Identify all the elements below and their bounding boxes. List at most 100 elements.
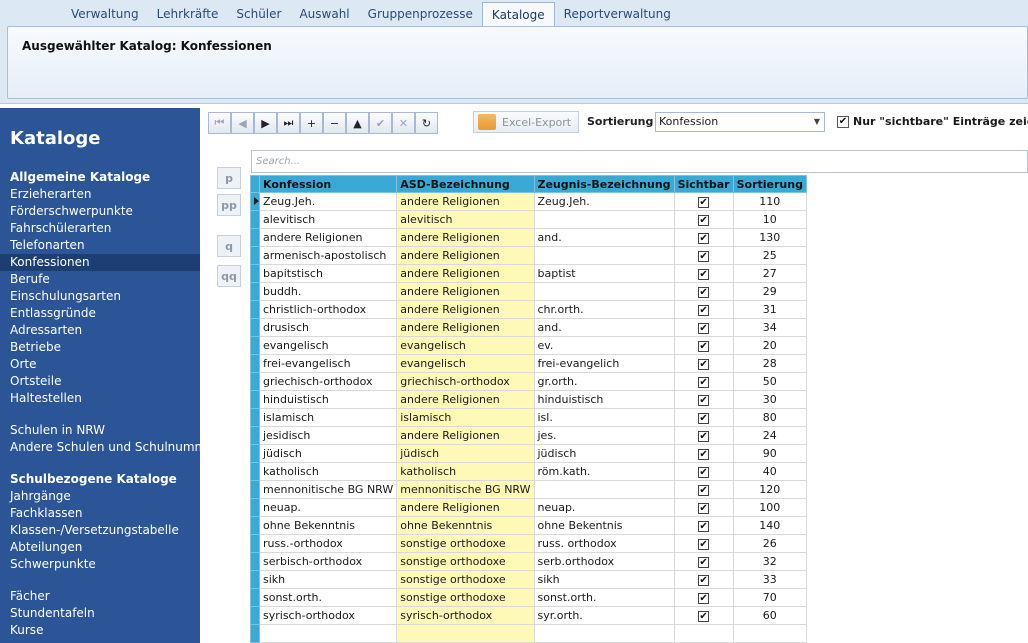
cell-sichtbar[interactable]: ✔ [673,390,734,409]
table-row[interactable]: katholisch katholisch röm.kath. ✔ 40 [250,462,807,481]
sidebar-item-einschulungsarten[interactable]: Einschulungsarten [0,288,200,305]
cell-sichtbar[interactable]: ✔ [673,570,734,589]
cell-konfession[interactable]: alevitisch [258,210,398,229]
cell-konfession[interactable]: Zeug.Jeh. [258,192,398,211]
last-record-button[interactable]: ⏭ [277,112,300,134]
cell-asd-bezeichnung[interactable]: andere Religionen [396,390,535,409]
cell-sichtbar[interactable]: ✔ [673,552,734,571]
sichtbar-checkbox[interactable]: ✔ [698,575,710,586]
visible-only-checkbox[interactable]: ✔ [837,115,849,128]
first-record-button[interactable]: ⏮ [208,112,231,134]
cell-sichtbar[interactable]: ✔ [673,462,734,481]
table-row[interactable]: neuap. andere Religionen neuap. ✔ 100 [250,498,807,517]
cell-zeugnis-bezeichnung[interactable]: ohne Bekentnis [533,516,675,535]
cell-konfession[interactable]: drusisch [258,318,398,337]
cell-sortierung[interactable]: 31 [732,300,807,319]
cell-sortierung[interactable]: 10 [732,210,807,229]
sidebar-item-entlassgründe[interactable]: Entlassgründe [0,305,200,322]
empty-cell[interactable] [396,624,535,643]
cell-konfession[interactable]: christlich-orthodox [258,300,398,319]
cell-konfession[interactable]: mennonitische BG NRW [258,480,398,499]
cell-konfession[interactable]: jesidisch [258,426,398,445]
sidebar-item-orte[interactable]: Orte [0,356,200,373]
sichtbar-checkbox[interactable]: ✔ [698,611,710,622]
cell-sichtbar[interactable]: ✔ [673,300,734,319]
cell-zeugnis-bezeichnung[interactable] [533,210,675,229]
tab-auswahl[interactable]: Auswahl [290,2,358,26]
side-button-p[interactable]: p [217,167,241,189]
tab-gruppenprozesse[interactable]: Gruppenprozesse [359,2,482,26]
cell-asd-bezeichnung[interactable]: syrisch-orthodox [396,606,535,625]
cell-zeugnis-bezeichnung[interactable]: chr.orth. [533,300,675,319]
cancel-edit-button[interactable]: ✕ [392,112,415,134]
sidebar-item-abteilungen[interactable]: Abteilungen [0,539,200,556]
cell-zeugnis-bezeichnung[interactable]: hinduistisch [533,390,675,409]
cell-zeugnis-bezeichnung[interactable]: and. [533,318,675,337]
cell-zeugnis-bezeichnung[interactable]: ev. [533,336,675,355]
table-row[interactable]: jesidisch andere Religionen jes. ✔ 24 [250,426,807,445]
cell-sortierung[interactable]: 30 [732,390,807,409]
cell-sortierung[interactable]: 120 [732,480,807,499]
cell-sortierung[interactable]: 28 [732,354,807,373]
table-row[interactable]: drusisch andere Religionen and. ✔ 34 [250,318,807,337]
cell-konfession[interactable]: evangelisch [258,336,398,355]
cell-zeugnis-bezeichnung[interactable]: jüdisch [533,444,675,463]
cell-konfession[interactable]: syrisch-orthodox [258,606,398,625]
tab-schüler[interactable]: Schüler [227,2,290,26]
cell-sichtbar[interactable]: ✔ [673,534,734,553]
cell-sichtbar[interactable]: ✔ [673,498,734,517]
cell-sichtbar[interactable]: ✔ [673,264,734,283]
sichtbar-checkbox[interactable]: ✔ [698,485,710,496]
table-row[interactable]: griechisch-orthodox griechisch-orthodox gr… [250,372,807,391]
sichtbar-checkbox[interactable]: ✔ [698,539,710,550]
cell-asd-bezeichnung[interactable]: alevitisch [396,210,535,229]
cell-konfession[interactable]: jüdisch [258,444,398,463]
cell-asd-bezeichnung[interactable]: griechisch-orthodox [396,372,535,391]
sidebar-item-ortsteile[interactable]: Ortsteile [0,373,200,390]
visible-only-toggle[interactable]: ✔ Nur "sichtbare" Einträge zeigen [837,115,1028,128]
cell-asd-bezeichnung[interactable]: evangelisch [396,336,535,355]
cell-asd-bezeichnung[interactable]: andere Religionen [396,498,535,517]
cell-sortierung[interactable]: 110 [732,192,807,211]
next-record-button[interactable]: ▶ [254,112,277,134]
sichtbar-checkbox[interactable]: ✔ [698,323,710,334]
cell-zeugnis-bezeichnung[interactable]: röm.kath. [533,462,675,481]
sidebar-item-erzieherarten[interactable]: Erzieherarten [0,186,200,203]
cell-sortierung[interactable]: 90 [732,444,807,463]
sichtbar-checkbox[interactable]: ✔ [698,197,710,208]
cell-konfession[interactable]: sonst.orth. [258,588,398,607]
sichtbar-checkbox[interactable]: ✔ [698,377,710,388]
cell-zeugnis-bezeichnung[interactable]: sonst.orth. [533,588,675,607]
side-button-q[interactable]: q [217,235,241,257]
prev-record-button[interactable]: ◀ [231,112,254,134]
cell-sortierung[interactable]: 32 [732,552,807,571]
cell-sichtbar[interactable]: ✔ [673,246,734,265]
table-row[interactable]: bapitstisch andere Religionen baptist ✔ 27 [250,264,807,283]
table-row[interactable]: serbisch-orthodox sonstige orthodoxe serb.… [250,552,807,571]
cell-sichtbar[interactable]: ✔ [673,336,734,355]
cell-konfession[interactable]: griechisch-orthodox [258,372,398,391]
cell-zeugnis-bezeichnung[interactable]: isl. [533,408,675,427]
cell-sortierung[interactable]: 40 [732,462,807,481]
cell-zeugnis-bezeichnung[interactable]: syr.orth. [533,606,675,625]
sidebar-item-adressarten[interactable]: Adressarten [0,322,200,339]
cell-sichtbar[interactable]: ✔ [673,228,734,247]
cell-sichtbar[interactable]: ✔ [673,282,734,301]
cell-zeugnis-bezeichnung[interactable] [533,480,675,499]
cell-asd-bezeichnung[interactable]: islamisch [396,408,535,427]
table-row[interactable]: mennonitische BG NRW mennonitische BG NRW… [250,480,807,499]
empty-cell[interactable] [258,624,398,643]
cell-konfession[interactable]: sikh [258,570,398,589]
cell-konfession[interactable]: islamisch [258,408,398,427]
cell-zeugnis-bezeichnung[interactable] [533,246,675,265]
cell-sortierung[interactable]: 26 [732,534,807,553]
cell-sortierung[interactable]: 130 [732,228,807,247]
sort-select[interactable]: Konfession ▼ [655,112,825,132]
cell-sortierung[interactable]: 80 [732,408,807,427]
cell-asd-bezeichnung[interactable]: sonstige orthodoxe [396,588,535,607]
sidebar-item-berufe[interactable]: Berufe [0,271,200,288]
move-up-button[interactable]: ▲ [346,112,369,134]
cell-konfession[interactable]: russ.-orthodox [258,534,398,553]
cell-sortierung[interactable]: 100 [732,498,807,517]
cell-zeugnis-bezeichnung[interactable]: serb.orthodox [533,552,675,571]
